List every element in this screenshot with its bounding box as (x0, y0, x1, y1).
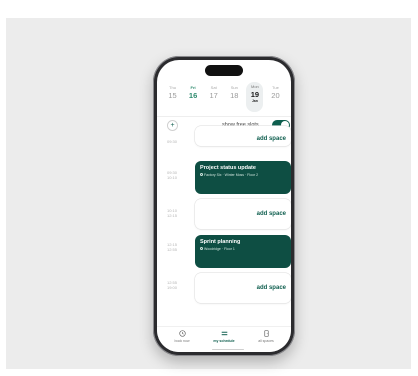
nav-book-now[interactable]: book now (164, 330, 200, 352)
location-pin-icon (200, 173, 203, 176)
list-icon (221, 330, 228, 337)
phone-frame: Thu 15 Fri 16 Sat 17 Sun 18 Mon 19 Jan T… (153, 56, 295, 356)
location-pin-icon (200, 247, 203, 250)
slot3-times: 12:55 19:00 (166, 280, 177, 291)
booking-title: Sprint planning (200, 239, 241, 245)
date-sat[interactable]: Sat 17 (205, 82, 222, 114)
free-slot-card[interactable]: add space (195, 126, 291, 146)
event2-times: 12:15 12:55 (166, 242, 177, 253)
home-indicator (212, 348, 244, 350)
date-fri-today[interactable]: Fri 16 (185, 82, 202, 114)
dynamic-island (205, 65, 243, 76)
date-tue[interactable]: Tue 20 (267, 82, 284, 114)
screenshot-background: Thu 15 Fri 16 Sat 17 Sun 18 Mon 19 Jan T… (6, 18, 411, 369)
add-space-button[interactable]: add space (257, 136, 286, 142)
date-thu[interactable]: Thu 15 (164, 82, 181, 114)
event1-times: 09:30 10:10 (166, 170, 177, 181)
door-icon (263, 330, 270, 337)
slot2-times: 10:10 12:15 (166, 208, 177, 219)
nav-all-spaces[interactable]: all spaces (248, 330, 284, 352)
add-booking-button[interactable]: + (167, 120, 178, 131)
booking-card-project-status[interactable]: Project status update Factory Six · Wint… (195, 161, 291, 194)
booking-location: Factory Six · Winter Moss · Floor 2 (204, 173, 259, 177)
free-slot-card[interactable]: add space (195, 199, 291, 229)
booking-title: Project status update (200, 165, 256, 171)
slot1-times: 09:30 (166, 139, 177, 144)
booking-location: Woodridge · Floor 1 (204, 247, 235, 251)
free-slot-card[interactable]: add space (195, 273, 291, 303)
header-divider (157, 116, 291, 117)
clock-icon (178, 330, 186, 337)
add-space-button[interactable]: add space (257, 285, 286, 291)
add-space-button[interactable]: add space (257, 211, 286, 217)
booking-card-sprint-planning[interactable]: Sprint planning Woodridge · Floor 1 (195, 235, 291, 268)
date-sun[interactable]: Sun 18 (226, 82, 243, 114)
date-mon-selected[interactable]: Mon 19 Jan (246, 82, 264, 112)
date-strip: Thu 15 Fri 16 Sat 17 Sun 18 Mon 19 Jan T… (157, 82, 291, 114)
phone-screen: Thu 15 Fri 16 Sat 17 Sun 18 Mon 19 Jan T… (157, 60, 291, 352)
